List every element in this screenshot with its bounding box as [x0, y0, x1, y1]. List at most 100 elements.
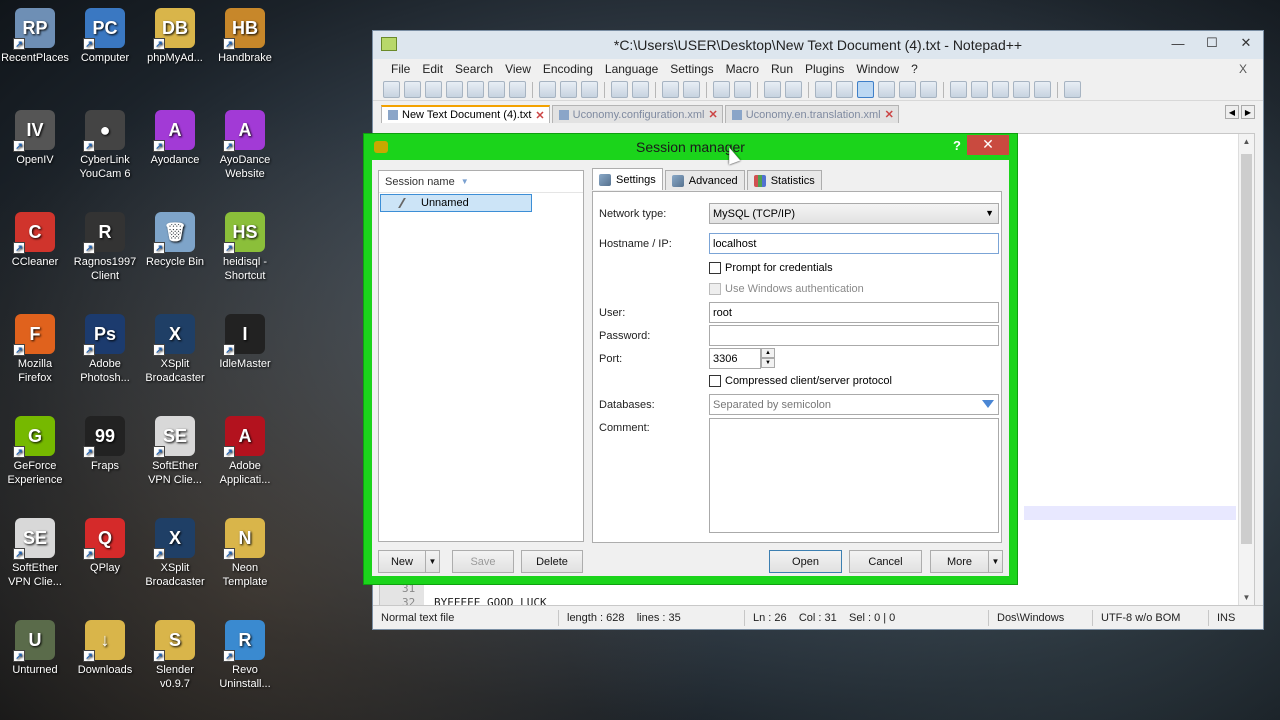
tab-close-icon[interactable]: ✕	[535, 109, 544, 122]
close-window-button[interactable]: ✕	[1229, 31, 1263, 55]
function-list-icon[interactable]	[920, 81, 937, 98]
checkbox-box[interactable]	[709, 262, 721, 274]
tab-settings[interactable]: Settings	[592, 168, 663, 190]
desktop-icon[interactable]: 99 ↗ Fraps	[70, 416, 140, 473]
open-file-icon[interactable]	[404, 81, 421, 98]
word-wrap-icon[interactable]	[815, 81, 832, 98]
session-list-header[interactable]: Session name ▼	[379, 171, 583, 193]
cancel-button[interactable]: Cancel	[849, 550, 922, 573]
scroll-thumb[interactable]	[1241, 154, 1252, 544]
zoom-in-icon[interactable]	[713, 81, 730, 98]
menu-macro[interactable]: Macro	[720, 62, 765, 76]
delete-session-button[interactable]: Delete	[521, 550, 583, 573]
tab-scroll-right-icon[interactable]: ▶	[1241, 105, 1255, 119]
find-icon[interactable]	[662, 81, 679, 98]
desktop-icon[interactable]: 🗑 ↗ Recycle Bin	[140, 212, 210, 269]
desktop-icon[interactable]: RP ↗ RecentPlaces	[0, 8, 70, 65]
desktop-icon[interactable]: DB ↗ phpMyAd...	[140, 8, 210, 65]
paste-icon[interactable]	[581, 81, 598, 98]
desktop-icon[interactable]: HB ↗ Handbrake	[210, 8, 280, 65]
desktop-icon[interactable]: F ↗ Mozilla Firefox	[0, 314, 70, 385]
port-input[interactable]: 3306	[709, 348, 761, 369]
menu-run[interactable]: Run	[765, 62, 799, 76]
desktop-icon[interactable]: PC ↗ Computer	[70, 8, 140, 65]
close-file-icon[interactable]	[467, 81, 484, 98]
user-input[interactable]: root	[709, 302, 999, 323]
notepad-title-bar[interactable]: *C:\Users\USER\Desktop\New Text Document…	[373, 31, 1263, 59]
desktop-icon[interactable]: S ↗ Slender v0.9.7	[140, 620, 210, 691]
desktop-icon[interactable]: Ps ↗ Adobe Photosh...	[70, 314, 140, 385]
tab-document-active[interactable]: New Text Document (4).txt ✕	[381, 105, 550, 123]
print-icon[interactable]	[509, 81, 526, 98]
cut-icon[interactable]	[539, 81, 556, 98]
undo-icon[interactable]	[611, 81, 628, 98]
menu-help[interactable]: ?	[905, 62, 924, 76]
compressed-protocol-checkbox[interactable]: Compressed client/server protocol	[709, 375, 892, 387]
menu-encoding[interactable]: Encoding	[537, 62, 599, 76]
indent-guide-icon[interactable]	[857, 81, 874, 98]
minimize-button[interactable]: —	[1161, 31, 1195, 55]
menu-language[interactable]: Language	[599, 62, 664, 76]
menu-search[interactable]: Search	[449, 62, 499, 76]
new-file-icon[interactable]	[383, 81, 400, 98]
port-up-icon[interactable]: ▲	[761, 348, 775, 358]
zoom-out-icon[interactable]	[734, 81, 751, 98]
close-all-icon[interactable]	[488, 81, 505, 98]
desktop-icon[interactable]: N ↗ Neon Template	[210, 518, 280, 589]
desktop-icon[interactable]: X ↗ XSplit Broadcaster	[140, 518, 210, 589]
desktop-icon[interactable]: G ↗ GeForce Experience	[0, 416, 70, 487]
save-all-icon[interactable]	[446, 81, 463, 98]
desktop-icon[interactable]: ↓ ↗ Downloads	[70, 620, 140, 677]
desktop-icon[interactable]: I ↗ IdleMaster	[210, 314, 280, 371]
databases-input[interactable]: Separated by semicolon	[709, 394, 999, 415]
desktop-icon[interactable]: A ↗ AyoDance Website	[210, 110, 280, 181]
play-macro-icon[interactable]	[992, 81, 1009, 98]
port-stepper[interactable]: 3306 ▲ ▼	[709, 348, 775, 369]
tab-scroll-left-icon[interactable]: ◀	[1225, 105, 1239, 119]
sync-vertical-icon[interactable]	[764, 81, 781, 98]
more-button[interactable]: More ▼	[930, 550, 1003, 573]
desktop-icon[interactable]: R ↗ Ragnos1997 Client	[70, 212, 140, 283]
menu-window[interactable]: Window	[850, 62, 905, 76]
tab-close-icon[interactable]: ✕	[708, 108, 717, 121]
scroll-up-icon[interactable]: ▲	[1239, 134, 1254, 150]
menu-view[interactable]: View	[499, 62, 537, 76]
tab-advanced[interactable]: Advanced	[664, 170, 745, 190]
comment-textarea[interactable]	[709, 418, 999, 533]
open-button[interactable]: Open	[769, 550, 842, 573]
session-item-unnamed[interactable]: Unnamed	[380, 194, 532, 212]
menu-file[interactable]: File	[385, 62, 416, 76]
run-macro-multiple-icon[interactable]	[1013, 81, 1030, 98]
desktop-icon[interactable]: X ↗ XSplit Broadcaster	[140, 314, 210, 385]
desktop-icon[interactable]: U ↗ Unturned	[0, 620, 70, 677]
chevron-down-icon[interactable]: ▼	[988, 551, 1002, 572]
hostname-input[interactable]: localhost	[709, 233, 999, 254]
save-macro-icon[interactable]	[1034, 81, 1051, 98]
session-list[interactable]: Session name ▼ Unnamed	[378, 170, 584, 542]
redo-icon[interactable]	[632, 81, 649, 98]
menu-plugins[interactable]: Plugins	[799, 62, 850, 76]
desktop-icon[interactable]: IV ↗ OpenIV	[0, 110, 70, 167]
help-button[interactable]: ?	[953, 138, 961, 153]
record-macro-icon[interactable]	[950, 81, 967, 98]
tab-statistics[interactable]: Statistics	[746, 170, 822, 190]
menu-edit[interactable]: Edit	[416, 62, 449, 76]
port-down-icon[interactable]: ▼	[761, 358, 775, 368]
tab-document[interactable]: Uconomy.configuration.xml ✕	[551, 105, 723, 123]
desktop-icon[interactable]: C ↗ CCleaner	[0, 212, 70, 269]
replace-icon[interactable]	[683, 81, 700, 98]
copy-icon[interactable]	[560, 81, 577, 98]
checkbox-box[interactable]	[709, 375, 721, 387]
tab-close-icon[interactable]: ✕	[885, 108, 894, 121]
prompt-credentials-checkbox[interactable]: Prompt for credentials	[709, 262, 833, 274]
maximize-button[interactable]: ☐	[1195, 31, 1229, 55]
doc-map-icon[interactable]	[899, 81, 916, 98]
stop-macro-icon[interactable]	[971, 81, 988, 98]
save-icon[interactable]	[425, 81, 442, 98]
desktop-icon[interactable]: A ↗ Ayodance	[140, 110, 210, 167]
chevron-down-icon[interactable]: ▼	[425, 551, 439, 572]
show-all-chars-icon[interactable]	[836, 81, 853, 98]
plugin-icon[interactable]	[1064, 81, 1081, 98]
dialog-close-button[interactable]: ✕	[967, 135, 1009, 155]
sync-horizontal-icon[interactable]	[785, 81, 802, 98]
